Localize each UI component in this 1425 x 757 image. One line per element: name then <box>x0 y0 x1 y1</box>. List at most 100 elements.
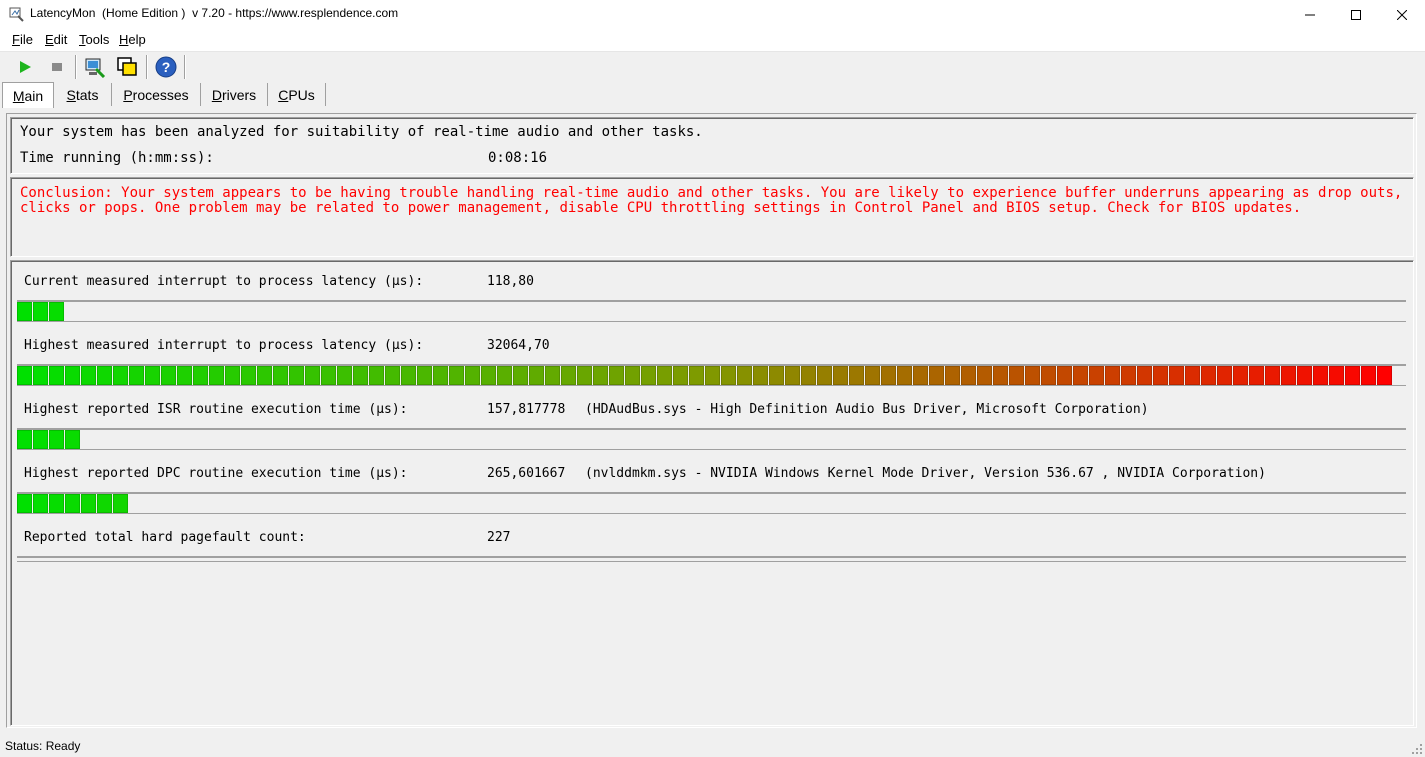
bar-segment <box>881 366 896 385</box>
bar-segment <box>593 366 608 385</box>
bar-segment <box>1361 366 1376 385</box>
conclusion-text: Conclusion: Your system appears to be ha… <box>20 185 1411 216</box>
latency-bar <box>17 492 1406 514</box>
bar-segment <box>1249 366 1264 385</box>
bar-segment <box>145 366 160 385</box>
bar-segment <box>545 366 560 385</box>
bar-segment <box>49 302 64 321</box>
close-icon <box>1397 9 1407 20</box>
svg-text:?: ? <box>162 59 171 75</box>
bar-segment <box>1009 366 1024 385</box>
bar-segment <box>401 366 416 385</box>
bar-segment <box>1201 366 1216 385</box>
help-button[interactable]: ? <box>154 55 178 79</box>
bar-segment <box>449 366 464 385</box>
bar-segment <box>385 366 400 385</box>
status-bar: Status: Ready <box>0 733 1425 757</box>
bar-segment <box>833 366 848 385</box>
bar-segment <box>65 430 80 449</box>
metric-detail: (nvlddmkm.sys - NVIDIA Windows Kernel Mo… <box>585 466 1266 481</box>
bar-segment <box>1345 366 1360 385</box>
bar-segment <box>33 494 48 513</box>
window-button[interactable] <box>115 55 139 79</box>
window-icon <box>117 57 137 76</box>
bar-segment <box>17 302 32 321</box>
resize-grip-icon[interactable] <box>1411 743 1423 755</box>
bar-segment <box>1153 366 1168 385</box>
tab-cpus[interactable]: CPUs <box>268 83 326 106</box>
metric-label: Current measured interrupt to process la… <box>24 274 424 289</box>
bar-segment <box>49 430 64 449</box>
stop-button[interactable] <box>45 55 69 79</box>
bar-segment <box>1329 366 1344 385</box>
monitor-button[interactable] <box>83 55 107 79</box>
bar-segment <box>1041 366 1056 385</box>
bar-segment <box>17 430 32 449</box>
minimize-icon <box>1305 14 1315 15</box>
metric-value: 227 <box>487 530 511 545</box>
bar-segment <box>641 366 656 385</box>
bar-segment <box>17 366 32 385</box>
start-button[interactable] <box>13 55 37 79</box>
bar-segment <box>305 366 320 385</box>
bar-segment <box>129 366 144 385</box>
bar-segment <box>81 366 96 385</box>
bar-segment <box>721 366 736 385</box>
bar-segment <box>1265 366 1280 385</box>
bar-segment <box>625 366 640 385</box>
bar-segment <box>161 366 176 385</box>
tab-drivers[interactable]: Drivers <box>201 83 268 106</box>
bar-segment <box>1089 366 1104 385</box>
bar-segment <box>1105 366 1120 385</box>
bar-segment <box>257 366 272 385</box>
bar-segment <box>33 366 48 385</box>
latency-bar <box>17 364 1406 386</box>
bar-segment <box>801 366 816 385</box>
menu-tools[interactable]: Tools <box>79 32 109 47</box>
bar-segment <box>1121 366 1136 385</box>
bar-segment <box>993 366 1008 385</box>
bar-segment <box>1217 366 1232 385</box>
bar-segment <box>465 366 480 385</box>
bar-segment <box>225 366 240 385</box>
bar-segment <box>17 494 32 513</box>
menu-edit[interactable]: Edit <box>45 32 67 47</box>
bar-segment <box>609 366 624 385</box>
minimize-button[interactable] <box>1287 0 1333 29</box>
menu-file[interactable]: File <box>12 32 33 47</box>
maximize-button[interactable] <box>1333 0 1379 29</box>
bar-segment <box>913 366 928 385</box>
title-bar: LatencyMon (Home Edition ) v 7.20 - http… <box>0 0 1425 29</box>
bar-segment <box>33 430 48 449</box>
bar-segment <box>1185 366 1200 385</box>
bar-segment <box>433 366 448 385</box>
bar-segment <box>273 366 288 385</box>
menu-help[interactable]: Help <box>119 32 146 47</box>
time-running-value: 0:08:16 <box>488 150 548 166</box>
play-icon <box>20 61 31 73</box>
tab-strip: Main Stats Processes Drivers CPUs <box>0 82 1425 108</box>
bar-segment <box>577 366 592 385</box>
bar-segment <box>737 366 752 385</box>
bar-segment <box>769 366 784 385</box>
close-button[interactable] <box>1379 0 1425 29</box>
tab-stats[interactable]: Stats <box>54 83 112 106</box>
metric-label: Highest reported DPC routine execution t… <box>24 466 408 481</box>
bar-segment <box>753 366 768 385</box>
tab-main[interactable]: Main <box>2 82 54 108</box>
bar-segment <box>321 366 336 385</box>
bar-segment <box>65 366 80 385</box>
bar-segment <box>865 366 880 385</box>
bar-segment <box>1025 366 1040 385</box>
bar-segment <box>785 366 800 385</box>
bar-segment <box>1297 366 1312 385</box>
bar-segment <box>353 366 368 385</box>
metric-value: 157,817778 <box>487 402 566 417</box>
tab-processes[interactable]: Processes <box>112 83 201 106</box>
bar-segment <box>1313 366 1328 385</box>
bar-segment <box>529 366 544 385</box>
bar-segment <box>929 366 944 385</box>
bar-segment <box>1073 366 1088 385</box>
metric-value: 32064,70 <box>487 338 550 353</box>
bar-segment <box>65 494 80 513</box>
